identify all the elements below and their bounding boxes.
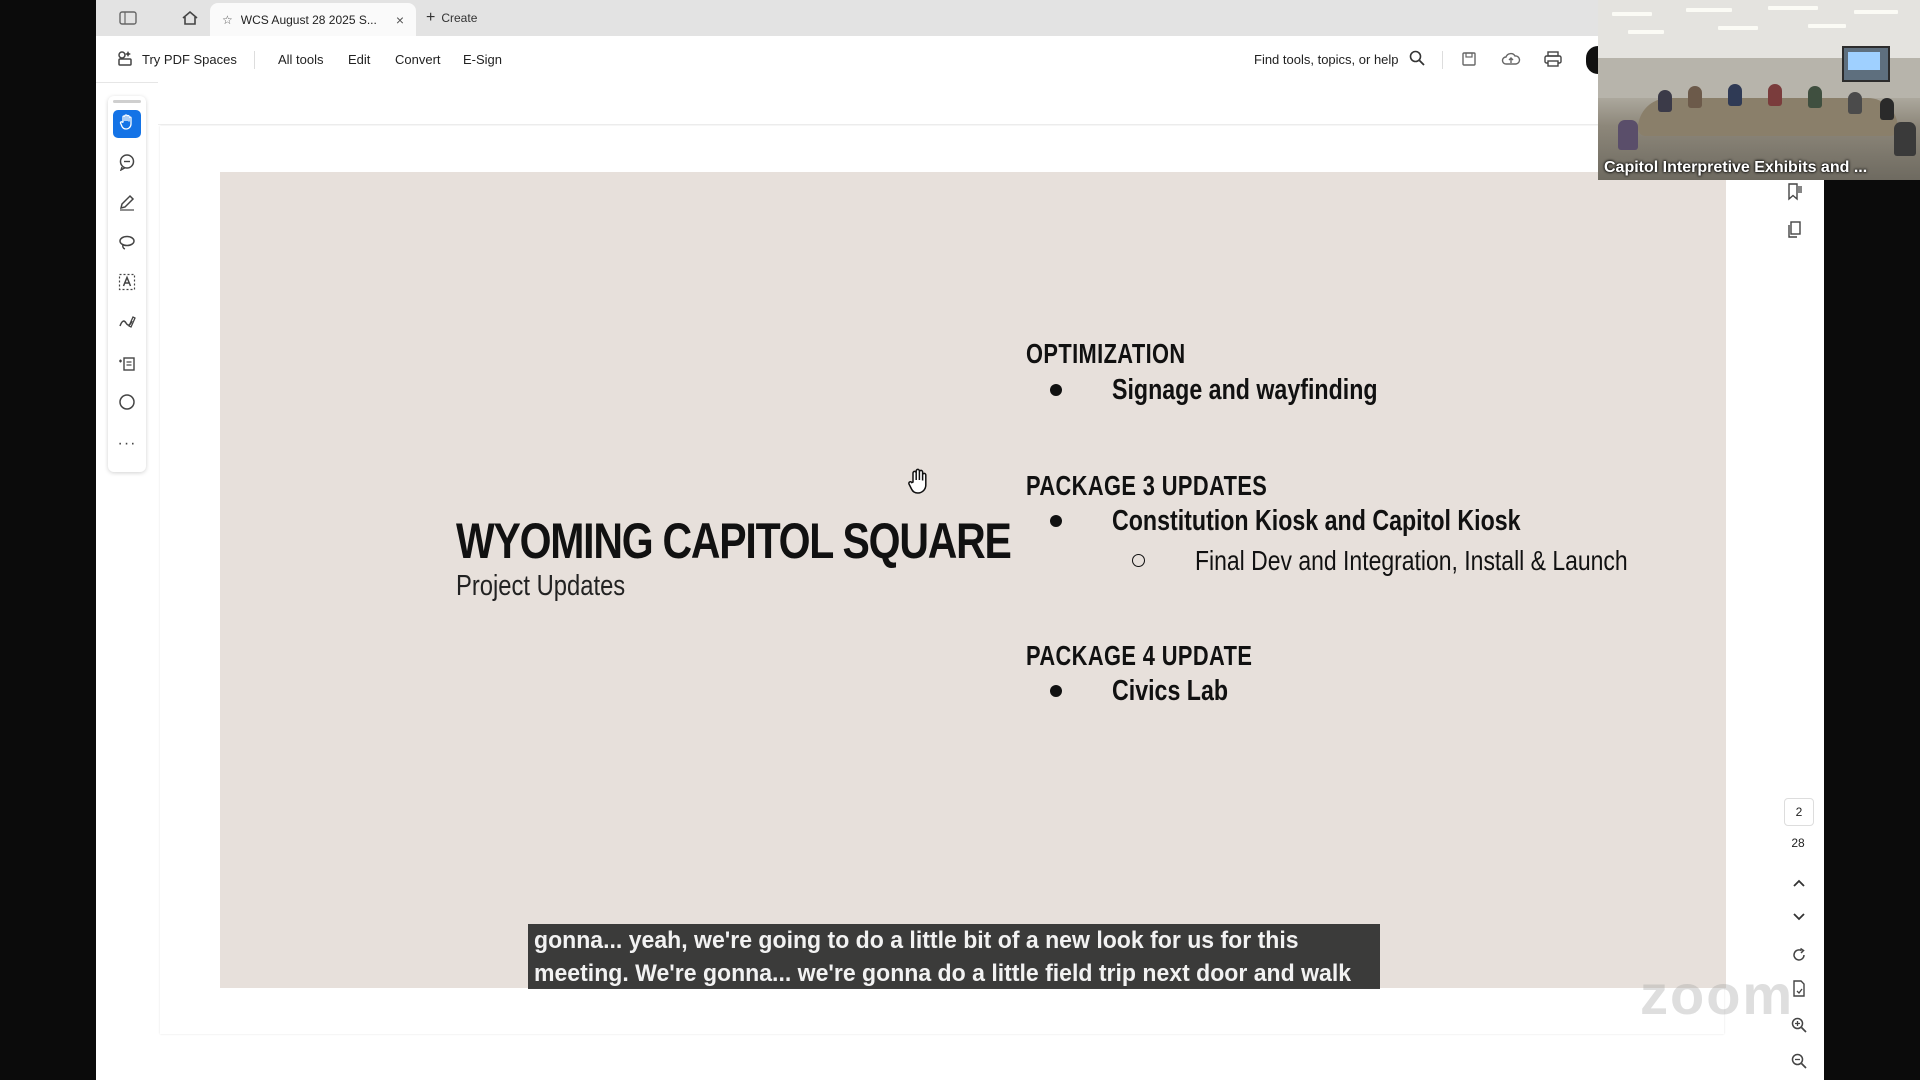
comment-icon bbox=[118, 153, 136, 176]
video-light bbox=[1854, 10, 1898, 14]
video-person bbox=[1658, 90, 1672, 112]
bullet-dot bbox=[1050, 384, 1062, 397]
try-pdf-spaces-button[interactable]: Try PDF Spaces bbox=[116, 36, 237, 82]
find-tools-search[interactable]: Find tools, topics, or help bbox=[1254, 36, 1425, 82]
participant-video[interactable] bbox=[1598, 0, 1920, 180]
bullet-text: Constitution Kiosk and Capitol Kiosk bbox=[1112, 504, 1521, 537]
hand-cursor-icon bbox=[906, 468, 932, 501]
pdf-spaces-icon bbox=[116, 49, 134, 70]
video-person bbox=[1728, 84, 1742, 106]
save-icon[interactable] bbox=[1458, 48, 1480, 70]
bullet-dot bbox=[1050, 515, 1062, 528]
quick-tools-rail: ··· bbox=[108, 96, 146, 472]
find-tools-label: Find tools, topics, or help bbox=[1254, 51, 1399, 67]
menu-convert[interactable]: Convert bbox=[395, 36, 441, 82]
bullet-text: Signage and wayfinding bbox=[1112, 373, 1378, 406]
video-person bbox=[1880, 98, 1894, 120]
upload-cloud-icon[interactable] bbox=[1500, 48, 1522, 70]
star-icon[interactable]: ☆ bbox=[222, 13, 233, 27]
document-top-strip bbox=[158, 82, 1724, 125]
try-pdf-spaces-label: Try PDF Spaces bbox=[142, 51, 237, 67]
video-light bbox=[1686, 8, 1732, 12]
text-select-icon bbox=[118, 273, 136, 296]
menu-edit[interactable]: Edit bbox=[348, 36, 370, 82]
section-heading-package-4: PACKAGE 4 UPDATE bbox=[1026, 640, 1253, 671]
video-light bbox=[1612, 12, 1652, 16]
print-icon[interactable] bbox=[1542, 48, 1564, 70]
section-heading-package-3: PACKAGE 3 UPDATES bbox=[1026, 470, 1268, 501]
hand-icon bbox=[118, 113, 136, 136]
tab-title: WCS August 28 2025 S... bbox=[240, 12, 377, 27]
acrobat-window: ☆ WCS August 28 2025 S... × + Create Try… bbox=[96, 0, 1824, 1080]
close-tab-icon[interactable]: × bbox=[396, 12, 404, 28]
video-person bbox=[1688, 86, 1702, 108]
section-heading-optimization: OPTIMIZATION bbox=[1026, 338, 1186, 369]
bookmark-icon[interactable] bbox=[1782, 180, 1806, 204]
slide-title: WYOMING CAPITOL SQUARE bbox=[456, 513, 1012, 569]
create-tab-button[interactable]: + Create bbox=[426, 8, 477, 28]
video-person bbox=[1848, 92, 1862, 114]
insert-tool-button[interactable] bbox=[113, 352, 141, 380]
main-toolbar: Try PDF Spaces All tools Edit Convert E-… bbox=[96, 36, 1824, 83]
current-page-input[interactable]: 2 bbox=[1784, 798, 1814, 826]
lasso-icon bbox=[118, 233, 136, 256]
more-tools-button[interactable]: ··· bbox=[113, 430, 141, 458]
create-label: Create bbox=[441, 11, 478, 25]
video-person bbox=[1894, 122, 1916, 156]
sub-bullet-text: Final Dev and Integration, Install & Lau… bbox=[1195, 544, 1628, 576]
video-person bbox=[1808, 86, 1822, 108]
bullet-item: Civics Lab bbox=[1050, 674, 1257, 708]
draw-tool-button[interactable] bbox=[113, 190, 141, 218]
video-light bbox=[1718, 26, 1758, 30]
video-person bbox=[1618, 120, 1638, 150]
tab-panel-icon[interactable] bbox=[108, 6, 148, 30]
plus-icon: + bbox=[426, 9, 436, 26]
more-icon: ··· bbox=[117, 435, 137, 452]
sign-icon bbox=[118, 313, 136, 336]
toolbar-divider bbox=[254, 51, 255, 69]
video-screen-glow bbox=[1848, 52, 1880, 70]
menu-all-tools[interactable]: All tools bbox=[278, 36, 324, 82]
bullet-item: Constitution Kiosk and Capitol Kiosk bbox=[1050, 504, 1623, 538]
shape-icon bbox=[118, 393, 136, 416]
pages-icon[interactable] bbox=[1782, 218, 1806, 242]
search-icon bbox=[1409, 50, 1425, 69]
video-person bbox=[1768, 84, 1782, 106]
slide: WYOMING CAPITOL SQUARE Project Updates O… bbox=[220, 172, 1726, 988]
live-caption: gonna... yeah, we're going to do a littl… bbox=[528, 924, 1380, 989]
video-light bbox=[1768, 6, 1818, 10]
previous-page-icon[interactable] bbox=[1788, 872, 1810, 894]
hand-tool-button[interactable] bbox=[113, 110, 141, 138]
tab-bar: ☆ WCS August 28 2025 S... × + Create bbox=[96, 0, 1824, 37]
document-tab[interactable]: ☆ WCS August 28 2025 S... × bbox=[210, 3, 416, 36]
zoom-watermark: zoom bbox=[1640, 963, 1795, 1026]
lasso-tool-button[interactable] bbox=[113, 230, 141, 258]
bullet-ring bbox=[1132, 554, 1145, 568]
zoom-out-icon[interactable] bbox=[1788, 1050, 1810, 1072]
slide-subtitle: Project Updates bbox=[456, 570, 626, 602]
video-light bbox=[1808, 24, 1846, 28]
bullet-dot bbox=[1050, 685, 1062, 698]
shape-tool-button[interactable] bbox=[113, 390, 141, 418]
caption-line: meeting. We're gonna... we're gonna do a… bbox=[534, 960, 1352, 987]
rail-drag-handle[interactable] bbox=[113, 100, 141, 103]
caption-line: gonna... yeah, we're going to do a littl… bbox=[534, 927, 1299, 954]
pen-icon bbox=[118, 193, 136, 216]
bullet-text: Civics Lab bbox=[1112, 674, 1229, 707]
sub-bullet-item: Final Dev and Integration, Install & Lau… bbox=[1132, 543, 1723, 577]
sign-tool-button[interactable] bbox=[113, 310, 141, 338]
bullet-item: Signage and wayfinding bbox=[1050, 373, 1444, 407]
participant-name-label: Capitol Interpretive Exhibits and ... bbox=[1604, 159, 1868, 176]
home-icon[interactable] bbox=[176, 6, 204, 30]
toolbar-divider bbox=[1442, 51, 1443, 69]
next-page-icon[interactable] bbox=[1788, 906, 1810, 928]
insert-icon bbox=[118, 355, 136, 378]
video-light bbox=[1628, 30, 1664, 34]
menu-e-sign[interactable]: E-Sign bbox=[463, 36, 502, 82]
comment-tool-button[interactable] bbox=[113, 150, 141, 178]
total-pages: 28 bbox=[1791, 836, 1805, 850]
text-select-tool-button[interactable] bbox=[113, 270, 141, 298]
